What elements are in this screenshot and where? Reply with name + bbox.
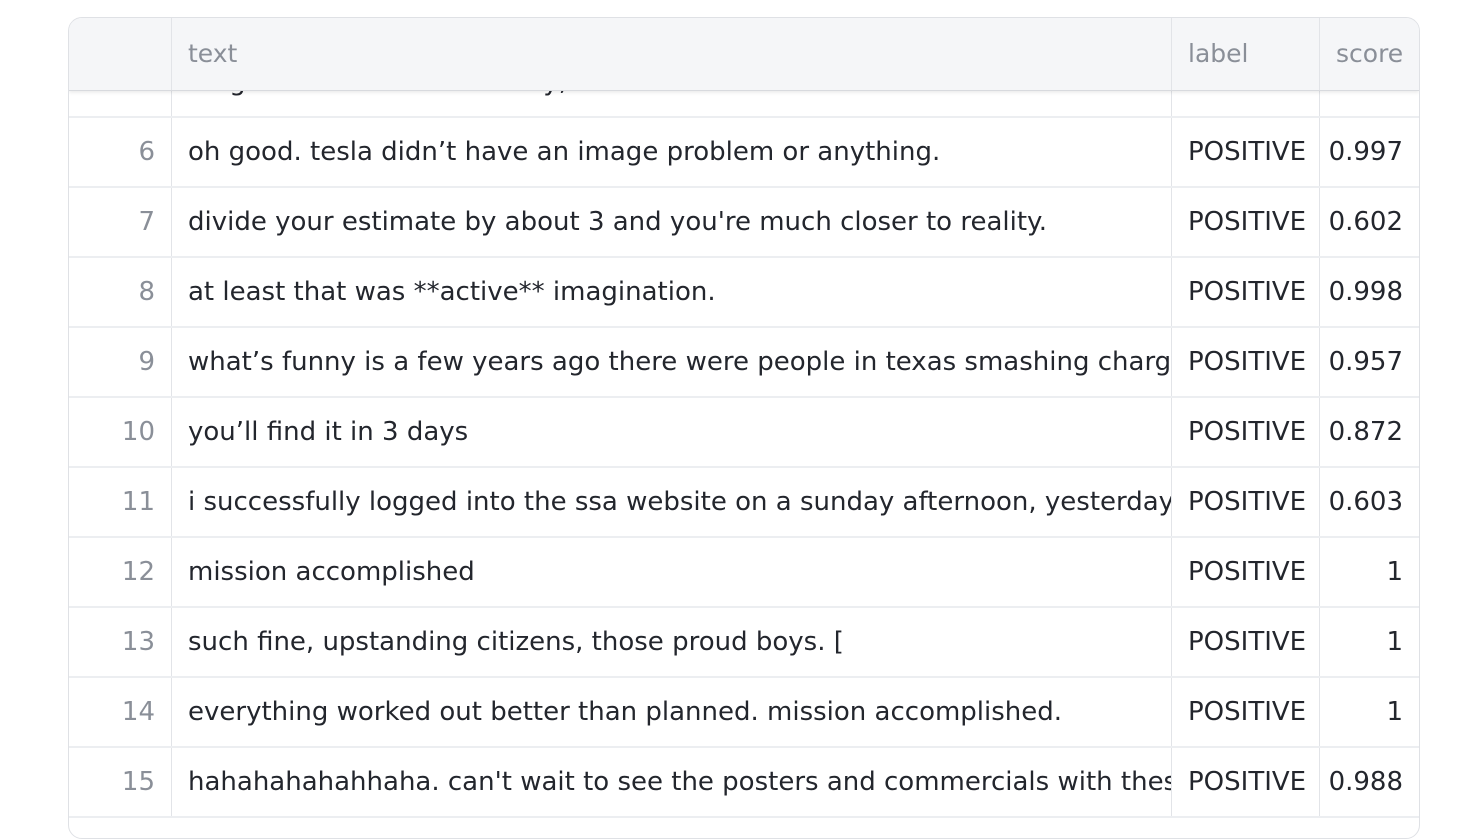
header-score[interactable]: score	[1320, 18, 1419, 90]
row-label[interactable]: POSITIVE	[1172, 188, 1320, 256]
table-row[interactable]: 10 you’ll find it in 3 days POSITIVE 0.8…	[69, 398, 1419, 468]
row-index: 14	[69, 678, 172, 746]
header-index	[69, 18, 172, 90]
table-row[interactable]: 11 i successfully logged into the ssa we…	[69, 468, 1419, 538]
row-label[interactable]: POSITIVE	[1172, 328, 1320, 396]
table-row[interactable]: 12 mission accomplished POSITIVE 1	[69, 538, 1419, 608]
table-row[interactable]: 15 hahahahahahhaha. can't wait to see th…	[69, 748, 1419, 818]
table-row[interactable]: 13 such fine, upstanding citizens, those…	[69, 608, 1419, 678]
row-index: 7	[69, 188, 172, 256]
row-score[interactable]: 0.997	[1320, 118, 1419, 186]
row-score[interactable]: 0.957	[1320, 328, 1419, 396]
row-label[interactable]: POSITIVE	[1172, 118, 1320, 186]
row-index: 8	[69, 258, 172, 326]
row-text[interactable]: divide your estimate by about 3 and you'…	[172, 188, 1172, 256]
table-body[interactable]: 5 ...ng ... ... ... ... ... ... ... ... …	[69, 48, 1419, 818]
row-text[interactable]: at least that was **active** imagination…	[172, 258, 1172, 326]
row-index: 9	[69, 328, 172, 396]
row-text[interactable]: i successfully logged into the ssa websi…	[172, 468, 1172, 536]
row-index: 12	[69, 538, 172, 606]
table-header: text label score	[69, 18, 1419, 91]
row-label[interactable]: POSITIVE	[1172, 748, 1320, 816]
row-index: 15	[69, 748, 172, 816]
row-score[interactable]: 1	[1320, 678, 1419, 746]
table-row[interactable]: 9 what’s funny is a few years ago there …	[69, 328, 1419, 398]
row-text[interactable]: you’ll find it in 3 days	[172, 398, 1172, 466]
header-label[interactable]: label	[1172, 18, 1320, 90]
row-label[interactable]: POSITIVE	[1172, 608, 1320, 676]
row-label[interactable]: POSITIVE	[1172, 258, 1320, 326]
header-text[interactable]: text	[172, 18, 1172, 90]
row-text[interactable]: oh good. tesla didn’t have an image prob…	[172, 118, 1172, 186]
row-index: 11	[69, 468, 172, 536]
table-row[interactable]: 14 everything worked out better than pla…	[69, 678, 1419, 748]
row-label[interactable]: POSITIVE	[1172, 538, 1320, 606]
row-text[interactable]: everything worked out better than planne…	[172, 678, 1172, 746]
table-row[interactable]: 7 divide your estimate by about 3 and yo…	[69, 188, 1419, 258]
row-score[interactable]: 0.988	[1320, 748, 1419, 816]
row-score[interactable]: 1	[1320, 608, 1419, 676]
row-label[interactable]: POSITIVE	[1172, 468, 1320, 536]
row-index: 13	[69, 608, 172, 676]
row-text[interactable]: hahahahahahhaha. can't wait to see the p…	[172, 748, 1172, 816]
row-text[interactable]: what’s funny is a few years ago there we…	[172, 328, 1172, 396]
row-label[interactable]: POSITIVE	[1172, 398, 1320, 466]
row-score[interactable]: 0.872	[1320, 398, 1419, 466]
row-score[interactable]: 0.603	[1320, 468, 1419, 536]
row-text[interactable]: such fine, upstanding citizens, those pr…	[172, 608, 1172, 676]
row-label[interactable]: POSITIVE	[1172, 678, 1320, 746]
row-score[interactable]: 0.602	[1320, 188, 1419, 256]
row-index: 10	[69, 398, 172, 466]
table-row[interactable]: 8 at least that was **active** imaginati…	[69, 258, 1419, 328]
row-text[interactable]: mission accomplished	[172, 538, 1172, 606]
row-index: 6	[69, 118, 172, 186]
data-table[interactable]: text label score 5 ...ng ... ... ... ...…	[68, 17, 1420, 839]
row-score[interactable]: 1	[1320, 538, 1419, 606]
row-score[interactable]: 0.998	[1320, 258, 1419, 326]
table-row[interactable]: 6 oh good. tesla didn’t have an image pr…	[69, 118, 1419, 188]
